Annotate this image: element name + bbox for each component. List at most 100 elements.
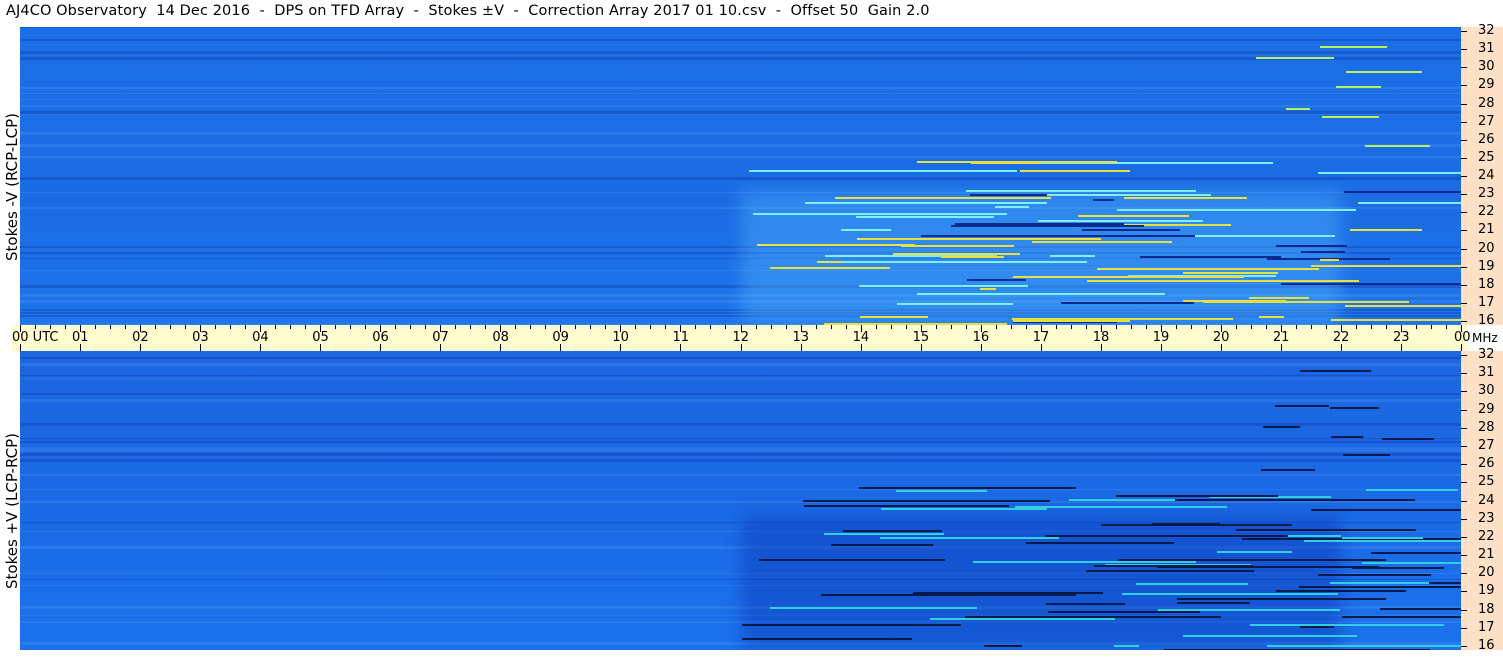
signal-streak	[1183, 271, 1278, 274]
bottom-frequency-axis: 32 31 30 29 28 27 26 25 24 23 22 21 20 19 18 17 16	[1461, 347, 1503, 653]
spectrogram-band	[20, 423, 1461, 426]
signal-streak	[769, 266, 890, 269]
frequency-tick	[1461, 464, 1467, 466]
time-tick-label: 08	[492, 330, 509, 345]
time-minor-tick	[125, 325, 127, 329]
top-spectrogram-heatmap	[20, 27, 1461, 325]
time-tick-label: 05	[312, 330, 329, 345]
time-tick	[1461, 344, 1462, 351]
frequency-tick-label: 29	[1478, 77, 1495, 93]
signal-streak	[1081, 228, 1180, 231]
signal-streak	[831, 544, 934, 547]
signal-streak	[1047, 611, 1201, 614]
time-minor-tick	[1130, 325, 1132, 329]
signal-streak	[1300, 370, 1371, 372]
time-minor-tick	[845, 325, 847, 329]
frequency-tick-label: 25	[1478, 474, 1495, 490]
signal-streak	[1012, 319, 1130, 322]
signal-streak	[897, 537, 1059, 540]
spectrogram-band	[20, 399, 1461, 402]
time-minor-tick	[290, 325, 292, 329]
signal-streak	[1335, 86, 1381, 89]
spectrogram-band	[20, 27, 1461, 28]
signal-streak	[1045, 602, 1126, 605]
time-minor-tick	[695, 325, 697, 329]
frequency-tick-label: 25	[1478, 149, 1495, 165]
frequency-unit-label: MHz	[1472, 331, 1498, 345]
time-minor-tick	[815, 325, 817, 329]
signal-streak	[1342, 537, 1423, 540]
signal-streak	[1317, 171, 1461, 174]
signal-streak	[994, 205, 1030, 208]
time-tick	[920, 344, 922, 351]
signal-streak	[1364, 145, 1431, 148]
frequency-tick	[1461, 518, 1467, 520]
frequency-tick-label: 28	[1478, 419, 1495, 435]
time-tick	[200, 344, 202, 351]
time-tick-label: 07	[432, 330, 449, 345]
frequency-tick	[1461, 646, 1467, 647]
signal-streak	[1122, 593, 1339, 596]
time-minor-tick	[575, 325, 577, 329]
time-minor-tick	[35, 325, 36, 329]
frequency-tick-label: 26	[1478, 131, 1495, 147]
spectrogram-band	[20, 156, 1461, 158]
frequency-tick-label: 31	[1478, 41, 1495, 57]
top-panel-ylabel: Stokes -V (RCP-LCP)	[3, 113, 21, 261]
frequency-tick-label: 29	[1478, 401, 1495, 417]
spectrogram-band	[20, 393, 1461, 395]
time-minor-tick	[770, 325, 772, 329]
signal-streak	[1061, 301, 1194, 304]
time-minor-tick	[890, 325, 892, 329]
frequency-tick	[1461, 627, 1467, 629]
signal-streak	[1116, 495, 1278, 498]
frequency-tick	[1461, 409, 1467, 411]
signal-streak	[1342, 454, 1390, 457]
signal-streak	[1259, 315, 1285, 318]
signal-streak	[1025, 542, 1174, 545]
signal-streak	[930, 618, 1116, 621]
frequency-tick	[1461, 194, 1467, 196]
time-minor-tick	[305, 325, 307, 329]
signal-streak	[1262, 425, 1301, 428]
signal-streak	[835, 197, 1051, 200]
signal-streak	[1182, 299, 1287, 302]
spectrogram-band	[20, 489, 1461, 490]
signal-streak	[843, 530, 943, 533]
signal-streak	[897, 303, 1013, 306]
time-tick-label: 01	[72, 330, 89, 345]
top-frequency-axis: 32 31 30 29 28 27 26 25 24 23 22 21 20 19 18 17 16	[1461, 23, 1503, 328]
time-minor-tick	[650, 325, 652, 329]
time-minor-tick	[1055, 325, 1057, 329]
bottom-spectrogram-heatmap	[20, 351, 1461, 650]
signal-streak	[1177, 601, 1251, 604]
utc-time-axis: 00 UTC 01 02 03 04 05 06 07 08 09 10 11 12 13 14 15 16 17…	[12, 325, 1498, 351]
signal-streak	[1273, 598, 1386, 601]
signal-streak	[844, 260, 1087, 263]
time-minor-tick	[425, 325, 427, 329]
signal-streak	[1365, 489, 1458, 492]
signal-streak	[1097, 268, 1320, 271]
time-tick	[380, 344, 382, 351]
signal-streak	[1217, 550, 1293, 553]
time-minor-tick	[50, 325, 52, 329]
time-minor-tick	[215, 325, 217, 329]
signal-streak	[759, 558, 945, 561]
signal-streak	[1331, 436, 1363, 439]
spectrogram-band	[20, 99, 1461, 100]
frequency-tick-label: 23	[1478, 510, 1495, 526]
signal-streak	[856, 216, 995, 219]
signal-streak	[860, 316, 929, 319]
frequency-tick-label: 16	[1478, 638, 1495, 653]
time-minor-tick	[185, 325, 187, 329]
spectrogram-band	[20, 105, 1461, 107]
signal-streak	[1013, 276, 1244, 279]
spectrogram-band	[20, 177, 1461, 180]
frequency-tick	[1461, 302, 1467, 304]
signal-streak	[980, 287, 997, 290]
time-minor-tick	[350, 325, 352, 329]
frequency-tick	[1461, 355, 1467, 356]
signal-streak	[1248, 296, 1310, 299]
time-minor-tick	[1265, 325, 1267, 329]
signal-streak	[824, 533, 945, 536]
